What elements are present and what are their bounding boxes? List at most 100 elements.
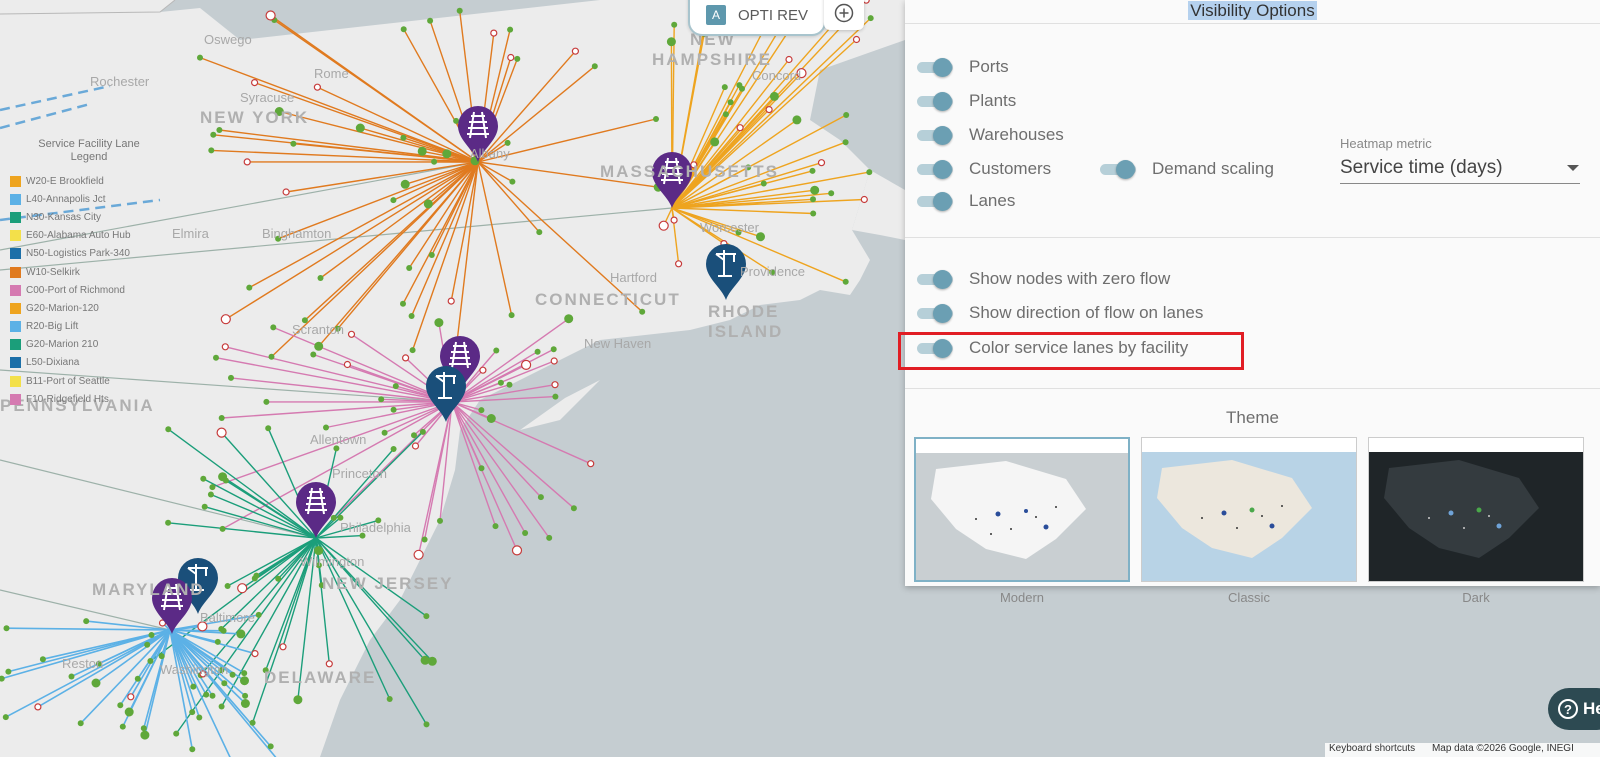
customer-node bbox=[210, 131, 217, 138]
toggle-label: Show direction of flow on lanes bbox=[969, 303, 1204, 322]
customer-node bbox=[552, 393, 559, 400]
customer-node bbox=[810, 210, 817, 217]
legend-item: N30-Kansas City bbox=[0, 208, 178, 226]
legend-item: W10-Selkirk bbox=[0, 263, 178, 281]
keyboard-shortcuts-link[interactable]: Keyboard shortcuts bbox=[1329, 743, 1415, 754]
customer-node bbox=[325, 660, 333, 668]
legend-label: E60-Alabama Auto Hub bbox=[26, 230, 131, 242]
toggle-ports[interactable]: Ports bbox=[917, 54, 1009, 80]
customer-node bbox=[666, 37, 676, 47]
customer-node bbox=[534, 348, 541, 355]
customer-node bbox=[390, 406, 397, 413]
legend-item: R20-Big Lift bbox=[0, 318, 178, 336]
customer-node bbox=[456, 7, 463, 14]
customer-node bbox=[39, 656, 46, 663]
toggle-flow-direction[interactable]: Show direction of flow on lanes bbox=[917, 300, 1203, 326]
customer-node bbox=[201, 503, 208, 510]
customer-node bbox=[140, 725, 147, 732]
customer-node bbox=[536, 229, 543, 236]
customer-node bbox=[77, 720, 84, 727]
legend-swatch bbox=[10, 211, 21, 223]
customer-node bbox=[867, 15, 874, 22]
customer-node bbox=[263, 398, 270, 405]
theme-thumb-modern[interactable] bbox=[914, 437, 1130, 582]
customer-node bbox=[843, 112, 850, 118]
customer-node bbox=[144, 641, 151, 648]
customer-node bbox=[34, 703, 42, 711]
customer-node bbox=[240, 676, 249, 686]
customer-node bbox=[817, 159, 826, 167]
customer-node bbox=[127, 693, 135, 701]
customer-node bbox=[255, 611, 262, 618]
toggle-switch[interactable] bbox=[917, 270, 957, 289]
map-state-label: RHODE bbox=[708, 302, 780, 321]
customer-node bbox=[213, 354, 219, 361]
legend-label: L50-Dixiana bbox=[26, 357, 80, 369]
toggle-label: Customers bbox=[969, 159, 1052, 178]
customer-node bbox=[158, 653, 165, 660]
theme-thumb-dark[interactable] bbox=[1368, 437, 1584, 582]
customer-node bbox=[200, 475, 207, 482]
toggle-switch[interactable] bbox=[917, 304, 957, 323]
customer-node bbox=[478, 465, 485, 472]
legend-label: W10-Selkirk bbox=[26, 266, 80, 278]
customer-node bbox=[493, 347, 500, 354]
theme-thumb-classic[interactable] bbox=[1141, 437, 1357, 582]
toggle-label: Ports bbox=[969, 57, 1009, 76]
toggle-switch[interactable] bbox=[917, 126, 957, 145]
customer-node bbox=[423, 721, 430, 728]
customer-node bbox=[270, 324, 277, 331]
toggle-plants[interactable]: Plants bbox=[917, 88, 1016, 114]
legend-item: L50-Dixiana bbox=[0, 354, 178, 372]
plus-circle-icon bbox=[834, 3, 854, 23]
scenario-tab[interactable]: A OPTI REV bbox=[688, 0, 826, 36]
add-scenario-button[interactable] bbox=[824, 0, 864, 30]
customer-node bbox=[268, 353, 275, 360]
customer-node bbox=[551, 381, 559, 389]
customer-node bbox=[214, 638, 221, 645]
customer-node bbox=[785, 55, 793, 64]
customer-node bbox=[842, 278, 849, 285]
customer-node bbox=[134, 675, 141, 682]
customer-node bbox=[511, 545, 523, 556]
toggle-switch[interactable] bbox=[917, 192, 957, 211]
customer-node bbox=[310, 351, 317, 358]
map-state-label: MASSACHUSETTS bbox=[600, 162, 780, 181]
customer-node bbox=[421, 536, 428, 543]
customer-node bbox=[842, 139, 849, 146]
customer-node bbox=[220, 314, 231, 325]
legend-item: G20-Marion-120 bbox=[0, 299, 178, 317]
toggle-switch[interactable] bbox=[1100, 160, 1140, 179]
toggle-zero-flow[interactable]: Show nodes with zero flow bbox=[917, 266, 1170, 292]
heatmap-metric-select[interactable]: Heatmap metric Service time (days) bbox=[1340, 136, 1580, 184]
customer-node bbox=[810, 196, 816, 203]
legend-swatch bbox=[10, 302, 21, 314]
toggle-switch[interactable] bbox=[917, 160, 957, 179]
highlight-box bbox=[898, 332, 1244, 370]
toggle-switch[interactable] bbox=[917, 92, 957, 111]
heatmap-dropdown[interactable]: Service time (days) bbox=[1340, 153, 1580, 184]
map-city-label: Princeton bbox=[332, 466, 387, 481]
customer-node bbox=[671, 21, 678, 28]
customer-node bbox=[165, 426, 172, 433]
help-button[interactable]: ? He bbox=[1548, 688, 1600, 730]
customer-node bbox=[402, 354, 410, 362]
question-icon: ? bbox=[1558, 699, 1578, 719]
panel-title: Visibility Options bbox=[905, 0, 1600, 24]
legend-label: N30-Kansas City bbox=[26, 211, 102, 223]
customer-node bbox=[240, 699, 250, 708]
customer-node bbox=[224, 583, 231, 589]
toggle-demand-scaling[interactable]: Demand scaling bbox=[1100, 156, 1274, 182]
customer-node bbox=[282, 188, 290, 196]
map-data-text: Map data ©2026 Google, INEGI bbox=[1431, 743, 1574, 754]
customer-node bbox=[165, 519, 172, 526]
toggle-warehouses[interactable]: Warehouses bbox=[917, 122, 1064, 148]
legend-label: G20-Marion 210 bbox=[26, 339, 99, 351]
toggle-customers[interactable]: Customers bbox=[917, 156, 1051, 182]
toggle-lanes[interactable]: Lanes bbox=[917, 188, 1015, 214]
map-state-label: MARYLAND bbox=[92, 580, 205, 599]
toggle-switch[interactable] bbox=[917, 58, 957, 77]
legend-swatch bbox=[10, 248, 21, 260]
customer-node bbox=[219, 525, 226, 532]
customer-node bbox=[400, 300, 406, 307]
